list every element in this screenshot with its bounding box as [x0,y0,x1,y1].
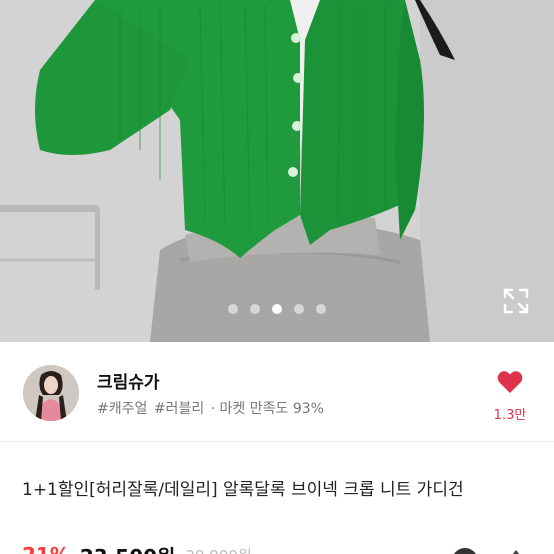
carousel-dot[interactable] [250,304,260,314]
carousel-dot-active[interactable] [272,304,282,314]
seller-meta: #캐주얼 #러블리 · 마켓 만족도 93% [97,398,326,418]
carousel-indicator [0,304,554,316]
seller-tag[interactable]: #러블리 [154,401,204,417]
like-button[interactable]: 1.3만 [490,370,530,423]
sale-price: 23,500원 [80,541,176,554]
product-photo [0,0,554,342]
more-icon[interactable] [508,548,524,554]
product-title: 1+1할인[허리잘록/데일리] 알록달록 브이넥 크롭 니트 가디건 [22,480,464,500]
carousel-dot[interactable] [294,304,304,314]
like-count: 1.3만 [493,408,527,423]
seller-name[interactable]: 크림슈가 [97,368,160,393]
carousel-dot[interactable] [228,304,238,314]
seller-tag[interactable]: #캐주얼 [97,401,147,417]
market-satisfaction: · 마켓 만족도 93% [210,401,324,417]
heart-icon [497,371,523,393]
carousel-dot[interactable] [316,304,326,314]
share-button[interactable] [452,548,478,554]
seller-avatar[interactable] [23,365,79,421]
original-price: 29,900원 [185,545,251,554]
seller-info[interactable]: 크림슈가 #캐주얼 #러블리 · 마켓 만족도 93% 1.3만 [0,342,554,442]
discount-rate: 21% [22,543,70,554]
product-image-carousel[interactable] [0,0,554,342]
expand-icon[interactable] [503,288,529,314]
price-row: 21% 23,500원 29,900원 [22,540,252,554]
